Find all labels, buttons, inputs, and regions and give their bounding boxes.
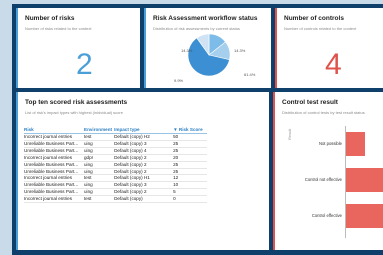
card-title: Number of controls: [284, 15, 344, 22]
bar[interactable]: [346, 132, 365, 156]
cell-risk-score: 25: [173, 140, 208, 148]
risk-count: 2: [76, 48, 93, 81]
table-row[interactable]: Incorrect journal entries test Default (co…: [24, 174, 208, 183]
workflow-status-card[interactable]: Risk Assessment workflow status Distribu…: [144, 8, 271, 88]
workflow-pie-chart: [187, 33, 231, 77]
cell-risk: Unreliable Business Part...: [24, 147, 84, 155]
card-subtitle: Number of risks related to the context: [25, 26, 92, 31]
cell-impact-type: Default (copy) 2: [114, 168, 174, 176]
cell-risk: Incorrect journal entries: [24, 195, 84, 204]
cell-risk: Unreliable Business Part...: [24, 181, 84, 190]
cell-risk-score: 10: [173, 181, 208, 190]
table-row[interactable]: Incorrect journal entries test Default (co…: [24, 133, 208, 141]
cell-environment: gdpr: [84, 154, 115, 162]
number-of-risks-card[interactable]: Number of risks Number of risks related …: [16, 8, 140, 88]
pie-label: 9.9%: [174, 78, 184, 83]
top-ten-card[interactable]: Top ten scored risk assessments List of …: [16, 92, 269, 250]
control-count: 4: [325, 48, 342, 81]
table-row[interactable]: Incorrect journal entries gdpr Default (co…: [24, 154, 208, 162]
pie-label: 61.4%: [244, 72, 256, 77]
cell-impact-type: Default (copy): [114, 195, 174, 204]
y-axis-title: Result: [287, 128, 292, 140]
cell-impact-type: Default (copy) 2: [114, 154, 174, 162]
column-header-label: Risk Score: [178, 127, 203, 132]
pie-label: 14.3%: [181, 48, 193, 53]
cell-risk: Unreliable Business Part...: [24, 140, 84, 148]
cell-risk-score: 25: [173, 168, 208, 176]
cell-risk: Incorrect journal entries: [24, 154, 84, 162]
table-row[interactable]: Unreliable Business Part... uing Default (…: [24, 168, 208, 176]
cell-risk-score: 20: [173, 154, 208, 162]
card-title: Top ten scored risk assessments: [25, 99, 128, 106]
bar-category-label: Control not effective: [304, 177, 342, 182]
cell-risk: Incorrect journal entries: [24, 133, 84, 141]
cell-risk-score: 25: [173, 161, 208, 169]
sort-down-icon: ▼: [173, 127, 178, 132]
card-subtitle: List of risk's impact types with highest…: [25, 110, 123, 115]
bar-category-label: Control effective: [311, 213, 342, 218]
card-title: Risk Assessment workflow status: [153, 15, 258, 22]
control-test-card[interactable]: Control test result Distribution of cont…: [273, 92, 383, 250]
cell-risk-score: 25: [173, 147, 208, 155]
cell-impact-type: Default (copy) 3: [114, 181, 174, 190]
table-row[interactable]: Unreliable Business Part... uing Default (…: [24, 181, 208, 190]
cell-impact-type: Default (copy) 2: [114, 161, 174, 169]
cell-environment: test: [84, 195, 115, 204]
table-row[interactable]: Unreliable Business Part... uing Default (…: [24, 188, 208, 197]
cell-impact-type: Default (copy) 3: [114, 140, 174, 148]
cell-impact-type: Default (copy) H2: [114, 133, 174, 141]
card-subtitle: Distribution of control tests by test re…: [282, 110, 365, 115]
cell-environment: test: [84, 133, 115, 141]
cell-risk-score: 50: [173, 133, 208, 141]
cell-impact-type: Default (copy) 2: [114, 188, 174, 197]
cell-risk-score: 0: [173, 195, 208, 204]
cell-risk-score: 5: [173, 188, 208, 197]
bar[interactable]: [346, 204, 383, 228]
card-title: Control test result: [282, 99, 338, 106]
bar-category-label: Not possible: [318, 141, 342, 146]
table-row[interactable]: Unreliable Business Part... uing Default (…: [24, 140, 208, 148]
cell-risk: Unreliable Business Part...: [24, 168, 84, 176]
bar[interactable]: [346, 168, 383, 192]
cell-impact-type: Default (copy) H1: [114, 174, 174, 183]
cell-environment: uing: [84, 147, 115, 155]
cell-environment: uing: [84, 188, 115, 197]
table-row[interactable]: Unreliable Business Part... uing Default (…: [24, 147, 208, 155]
cell-environment: uing: [84, 161, 115, 169]
table-row[interactable]: Unreliable Business Part... uing Default (…: [24, 161, 208, 169]
cell-environment: uing: [84, 181, 115, 190]
card-title: Number of risks: [25, 15, 75, 22]
cell-environment: uing: [84, 140, 115, 148]
cell-environment: uing: [84, 168, 115, 176]
card-subtitle: Number of controls related to the contex…: [284, 26, 357, 31]
number-of-controls-card[interactable]: Number of controls Number of controls re…: [275, 8, 383, 88]
table-row[interactable]: Incorrect journal entries test Default (co…: [24, 195, 208, 204]
risk-assessment-table: Risk Environment Impact type ▼ Risk Scor…: [24, 127, 208, 204]
cell-impact-type: Default (copy) 4: [114, 147, 174, 155]
pie-label: 14.3%: [234, 48, 246, 53]
cell-risk: Unreliable Business Part...: [24, 161, 84, 169]
cell-environment: test: [84, 174, 115, 183]
cell-risk: Unreliable Business Part...: [24, 188, 84, 197]
cell-risk: Incorrect journal entries: [24, 174, 84, 183]
cell-risk-score: 12: [173, 174, 208, 183]
